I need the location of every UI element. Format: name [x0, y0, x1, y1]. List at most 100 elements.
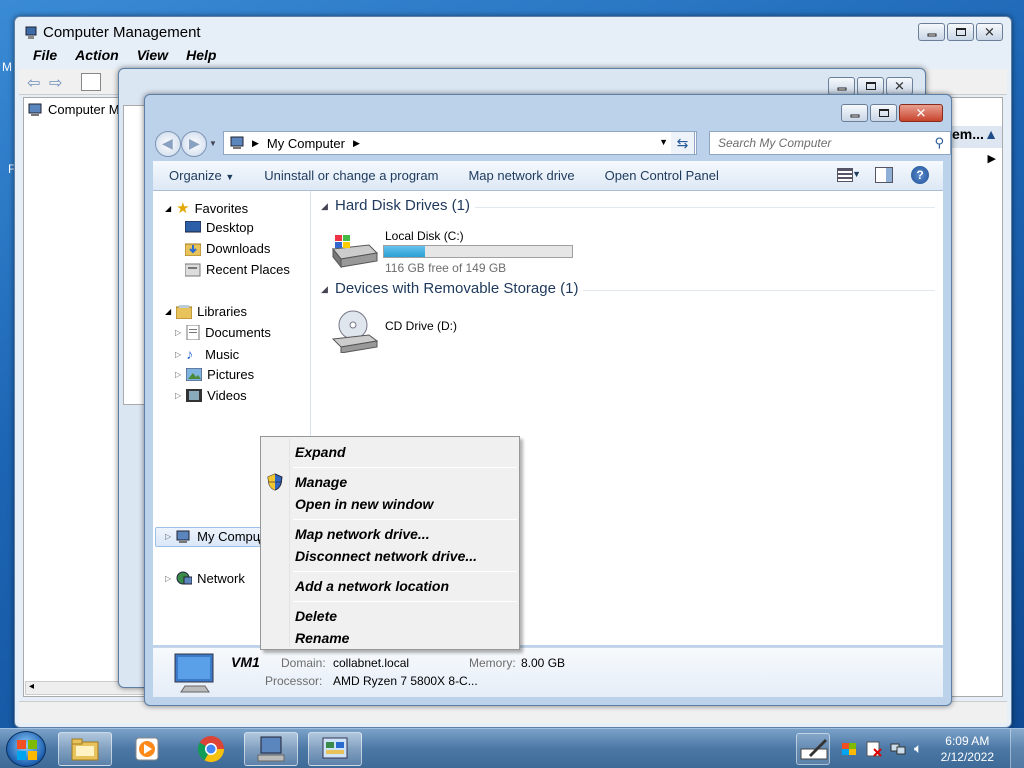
minimize-button-background[interactable] — [828, 77, 855, 95]
menu-item-open-new-window[interactable]: Open in new window — [295, 496, 433, 512]
nav-music[interactable]: ▷ ♪ Music — [175, 346, 239, 362]
address-dropdown-icon[interactable]: ▼ — [659, 137, 668, 147]
tray-flag-icon[interactable] — [842, 741, 858, 757]
libraries-icon — [176, 304, 193, 319]
clock[interactable]: 6:09 AM 2/12/2022 — [941, 733, 994, 765]
caption-buttons-explorer: ✕ — [841, 104, 943, 122]
address-bar[interactable]: ▶ My Computer ▶ ▼ — [223, 131, 697, 155]
disk-usage-bar — [383, 245, 573, 258]
menu-item-expand[interactable]: Expand — [295, 444, 346, 460]
local-disk-item[interactable]: Local Disk (C:) 116 GB free of 149 GB — [329, 227, 589, 275]
expand-icon: ▷ — [175, 370, 182, 379]
context-menu: Expand Manage Open in new window Map net… — [260, 436, 520, 650]
menu-item-disconnect-network-drive[interactable]: Disconnect network drive... — [295, 548, 477, 564]
nav-documents[interactable]: ▷ Documents — [175, 325, 271, 340]
menu-separator — [293, 467, 517, 468]
organize-button[interactable]: Organize ▼ — [169, 168, 234, 183]
view-options-chevron-icon[interactable]: ▼ — [852, 169, 861, 179]
close-button-explorer[interactable]: ✕ — [899, 104, 943, 122]
menu-bar: File Action View Help — [19, 47, 1007, 67]
taskbar-computer-management[interactable] — [244, 732, 298, 766]
breadcrumb-chevron-icon[interactable]: ▶ — [353, 138, 360, 149]
videos-icon — [186, 389, 203, 402]
tray-action-center-icon[interactable] — [866, 741, 882, 757]
forward-button[interactable]: ▶ — [181, 131, 207, 157]
computer-icon — [28, 103, 42, 116]
minimize-button-explorer[interactable] — [841, 104, 868, 122]
nav-videos[interactable]: ▷ Videos — [175, 388, 247, 403]
show-hide-tree-icon[interactable] — [81, 73, 101, 91]
close-button[interactable]: ✕ — [976, 23, 1003, 41]
cd-drive-item[interactable]: CD Drive (D:) — [329, 309, 529, 355]
tree-item-computer-management[interactable]: Computer Ma — [28, 102, 127, 117]
search-input[interactable]: Search My Computer ⚲ — [709, 131, 951, 155]
music-icon: ♪ — [186, 346, 194, 362]
group-removable-storage[interactable]: Devices with Removable Storage (1) — [335, 280, 578, 297]
taskbar-media-player[interactable] — [120, 732, 174, 766]
search-icon[interactable]: ⚲ — [934, 135, 944, 151]
group-collapse-icon[interactable]: ◢ — [321, 284, 328, 295]
menu-item-delete[interactable]: Delete — [295, 608, 337, 624]
menu-action[interactable]: Action — [75, 47, 119, 67]
scroll-left-icon[interactable]: ◂ — [29, 681, 34, 692]
nav-pictures[interactable]: ▷ Pictures — [175, 367, 254, 382]
group-hard-disk-drives[interactable]: Hard Disk Drives (1) — [335, 197, 470, 214]
maximize-button[interactable] — [947, 23, 974, 41]
breadcrumb-separator-icon[interactable]: ▶ — [252, 138, 259, 149]
back-button[interactable]: ◀ — [155, 131, 181, 157]
cd-drive-name: CD Drive (D:) — [385, 319, 457, 333]
domain-label: Domain: — [281, 656, 326, 670]
maximize-button-explorer[interactable] — [870, 104, 897, 122]
nav-recent-places[interactable]: Recent Places — [185, 262, 290, 277]
menu-view[interactable]: View — [137, 47, 168, 67]
map-network-drive-button[interactable]: Map network drive — [468, 168, 574, 183]
tray-pen-input[interactable] — [796, 733, 830, 765]
nav-libraries[interactable]: ◢ Libraries — [165, 304, 247, 319]
refresh-button[interactable]: ⇆ — [671, 131, 695, 155]
menu-help[interactable]: Help — [186, 47, 216, 67]
taskbar-control-panel[interactable] — [308, 732, 362, 766]
group-collapse-icon[interactable]: ◢ — [321, 201, 328, 212]
hard-drive-icon — [332, 235, 379, 269]
desktop-icon-label-m: M — [2, 60, 12, 74]
menu-item-map-network-drive[interactable]: Map network drive... — [295, 526, 430, 542]
menu-item-manage[interactable]: Manage — [295, 474, 347, 490]
tray-network-icon[interactable] — [890, 741, 906, 757]
preview-pane-icon[interactable] — [875, 167, 893, 183]
taskbar-chrome[interactable] — [184, 732, 238, 766]
tray-volume-icon[interactable]: 🔈︎ — [914, 740, 922, 757]
change-view-icon[interactable] — [837, 168, 853, 182]
breadcrumb-my-computer[interactable]: My Computer — [267, 136, 345, 151]
menu-file[interactable]: File — [33, 47, 57, 67]
nav-favorites[interactable]: ◢ ★ Favorites — [165, 199, 248, 217]
menu-item-add-network-location[interactable]: Add a network location — [295, 578, 449, 594]
menu-gutter — [289, 439, 290, 647]
open-control-panel-button[interactable]: Open Control Panel — [605, 168, 719, 183]
folder-icon — [71, 738, 99, 761]
documents-icon — [186, 325, 200, 340]
taskbar-explorer[interactable] — [58, 732, 112, 766]
nav-downloads[interactable]: Downloads — [185, 241, 270, 256]
nav-desktop[interactable]: Desktop — [185, 220, 254, 235]
memory-label: Memory: — [469, 656, 516, 670]
search-placeholder: Search My Computer — [718, 136, 832, 150]
minimize-button[interactable] — [918, 23, 945, 41]
start-button[interactable] — [6, 731, 46, 767]
back-arrow-icon[interactable]: ⇦ — [27, 73, 40, 93]
uninstall-program-button[interactable]: Uninstall or change a program — [264, 168, 438, 183]
processor-label: Processor: — [265, 674, 323, 688]
show-desktop-button[interactable] — [1010, 729, 1024, 768]
menu-item-rename[interactable]: Rename — [295, 630, 349, 646]
maximize-button-background[interactable] — [857, 77, 884, 95]
help-icon[interactable]: ? — [911, 166, 929, 184]
forward-arrow-icon[interactable]: ⇨ — [49, 73, 62, 93]
actions-header[interactable]: em... ▲ — [948, 126, 1002, 148]
nav-network[interactable]: ▷ Network — [165, 571, 245, 586]
star-icon: ★ — [176, 200, 190, 217]
chrome-icon — [197, 736, 225, 763]
disk-usage-fill — [384, 246, 426, 257]
expand-arrow-icon[interactable]: ▶ — [988, 152, 996, 165]
collapse-arrow-icon[interactable]: ▲ — [984, 126, 998, 148]
close-button-background[interactable]: ✕ — [886, 77, 913, 95]
recent-pages-chevron-icon[interactable]: ▼ — [209, 139, 217, 148]
